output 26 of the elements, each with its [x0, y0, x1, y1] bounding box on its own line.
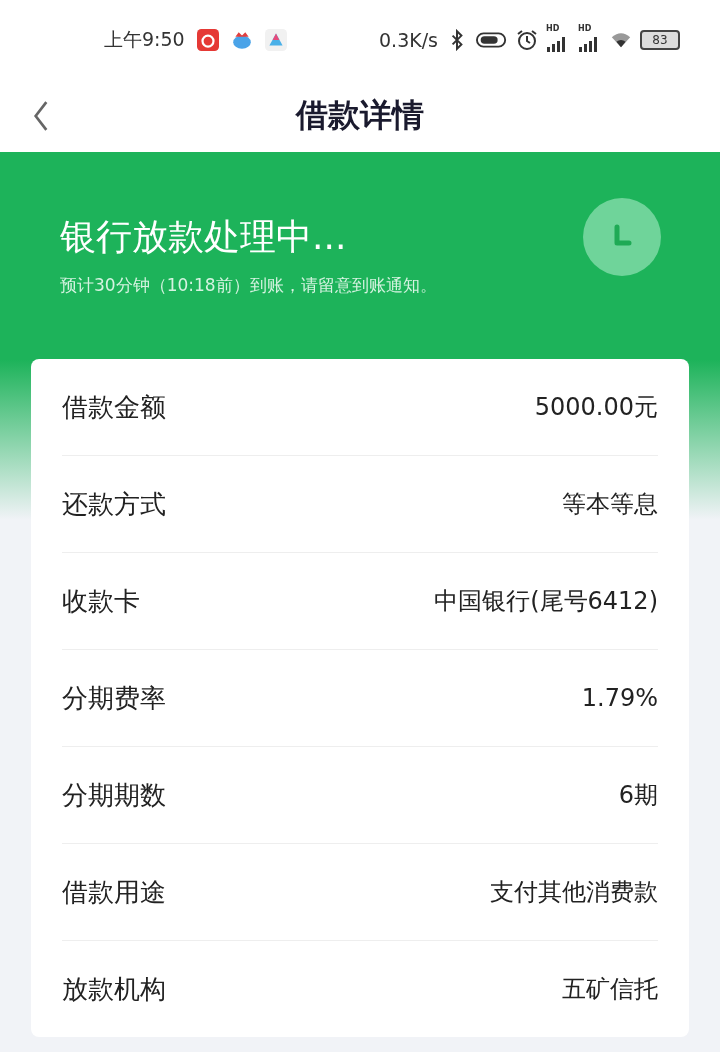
detail-value: 5000.00元 — [534, 392, 658, 423]
status-title: 银行放款处理中... — [60, 215, 348, 259]
detail-label: 分期费率 — [62, 681, 166, 715]
toggle-icon — [476, 29, 508, 51]
detail-label: 借款用途 — [62, 875, 166, 909]
status-subtitle: 预计30分钟（10:18前）到账，请留意到账通知。 — [60, 274, 438, 297]
detail-value: 6期 — [618, 780, 658, 811]
app-icon — [264, 29, 287, 51]
detail-value: 等本等息 — [562, 489, 658, 520]
alarm-icon — [516, 29, 538, 51]
back-icon[interactable] — [32, 100, 50, 132]
network-speed: 0.3K/s — [379, 29, 438, 51]
battery-icon: 83 — [640, 30, 680, 50]
app-icon — [196, 29, 219, 51]
detail-value: 五矿信托 — [562, 974, 658, 1005]
clock-icon — [582, 197, 662, 277]
detail-value: 1.79% — [581, 684, 658, 712]
detail-label: 借款金额 — [62, 390, 166, 424]
detail-value: 中国银行(尾号6412) — [434, 586, 658, 617]
detail-label: 收款卡 — [62, 584, 140, 618]
detail-label: 还款方式 — [62, 487, 166, 521]
page-title: 借款详情 — [296, 95, 424, 136]
status-time: 上午9:50 — [104, 27, 185, 52]
detail-value: 支付其他消费款 — [490, 877, 658, 908]
detail-label: 放款机构 — [62, 972, 166, 1006]
detail-label: 分期期数 — [62, 778, 166, 812]
